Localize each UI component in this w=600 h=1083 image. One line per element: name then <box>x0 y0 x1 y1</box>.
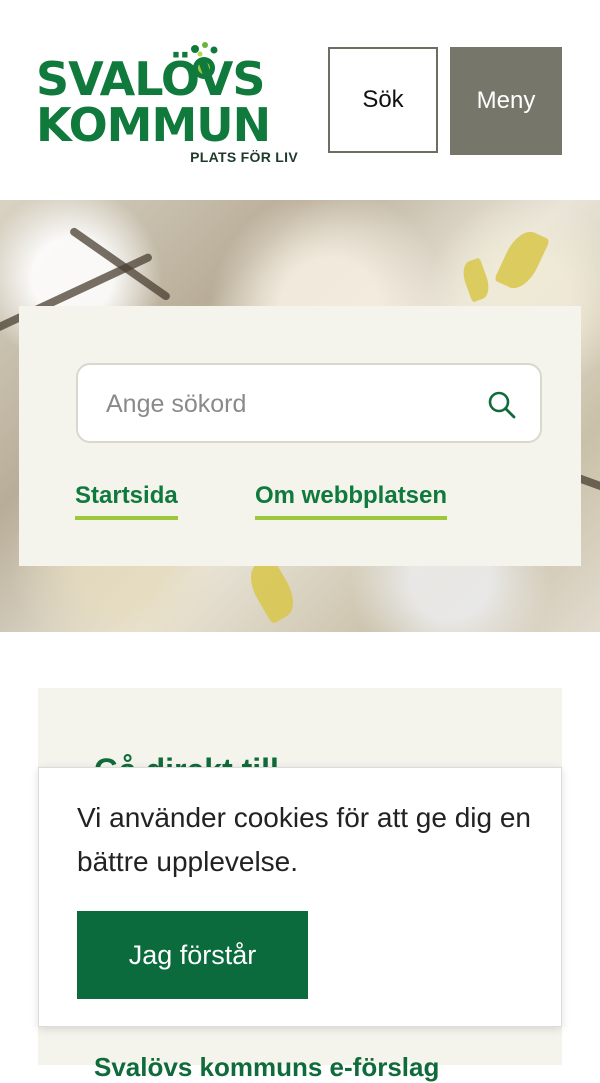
svalov-kommun-logo[interactable]: SVALÖVS KOMMUN PLATS FÖR LIV <box>36 40 300 170</box>
search-icon[interactable] <box>486 389 518 421</box>
cookie-accept-button[interactable]: Jag förstår <box>77 911 308 999</box>
logo-tagline: PLATS FÖR LIV <box>190 149 298 165</box>
cookie-message: Vi använder cookies för att ge dig en bä… <box>77 802 532 877</box>
om-webbplatsen-link[interactable]: Om webbplatsen <box>255 482 448 520</box>
hero-leaf <box>493 225 551 295</box>
search-panel: Startsida Om webbplatsen <box>19 306 581 566</box>
search-box <box>76 363 542 443</box>
menu-button[interactable]: Meny <box>450 47 562 155</box>
cookie-banner: Vi använder cookies för att ge dig en bä… <box>38 767 562 1027</box>
startsida-link[interactable]: Startsida <box>75 482 178 520</box>
site-header: SVALÖVS KOMMUN PLATS FÖR LIV Sök Meny <box>0 0 600 200</box>
e-forslag-link[interactable]: Svalövs kommuns e-förslag <box>94 1052 439 1083</box>
search-input[interactable] <box>104 365 468 443</box>
logo-line-1: SVALÖVS <box>36 52 265 106</box>
hero-leaf <box>458 257 494 303</box>
search-toggle-button[interactable]: Sök <box>328 47 438 153</box>
logo-line-2: KOMMUN <box>36 98 271 152</box>
